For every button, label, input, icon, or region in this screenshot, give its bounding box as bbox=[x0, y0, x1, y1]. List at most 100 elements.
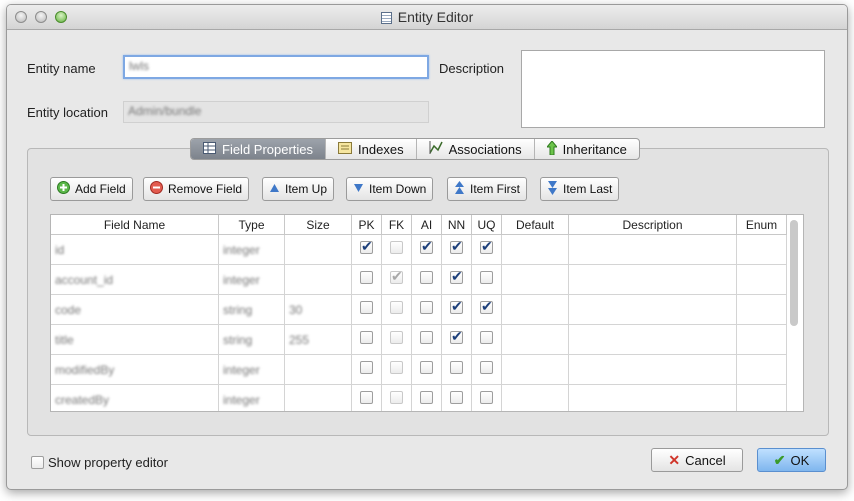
table-cell-default[interactable] bbox=[502, 265, 569, 295]
table-cell-pk[interactable] bbox=[352, 295, 382, 325]
table-cell-pk[interactable] bbox=[352, 385, 382, 411]
table-cell-size[interactable] bbox=[285, 265, 352, 295]
item-last-button[interactable]: Item Last bbox=[540, 177, 620, 201]
ai-checkbox[interactable] bbox=[420, 331, 433, 344]
nn-checkbox[interactable] bbox=[450, 361, 463, 374]
table-cell-fk[interactable] bbox=[382, 325, 412, 355]
table-cell-description[interactable] bbox=[569, 325, 737, 355]
ai-checkbox[interactable] bbox=[420, 271, 433, 284]
table-cell-pk[interactable] bbox=[352, 325, 382, 355]
column-header[interactable]: FK bbox=[382, 215, 412, 235]
ai-checkbox[interactable] bbox=[420, 301, 433, 314]
table-cell-type[interactable]: integer bbox=[219, 235, 285, 265]
table-cell-nn[interactable] bbox=[442, 355, 472, 385]
table-cell-name[interactable]: id bbox=[51, 235, 219, 265]
table-cell-ai[interactable] bbox=[412, 235, 442, 265]
ok-button[interactable]: ✔ OK bbox=[757, 448, 826, 472]
table-cell-default[interactable] bbox=[502, 355, 569, 385]
table-cell-uq[interactable] bbox=[472, 355, 502, 385]
table-cell-fk[interactable] bbox=[382, 385, 412, 411]
ai-checkbox[interactable] bbox=[420, 238, 433, 255]
pk-checkbox[interactable] bbox=[360, 238, 373, 255]
table-cell-fk[interactable] bbox=[382, 235, 412, 265]
pk-checkbox[interactable] bbox=[360, 271, 373, 284]
table-cell-uq[interactable] bbox=[472, 265, 502, 295]
table-cell-type[interactable]: string bbox=[219, 295, 285, 325]
table-cell-pk[interactable] bbox=[352, 265, 382, 295]
tab-indexes[interactable]: Indexes bbox=[326, 139, 417, 159]
table-cell-fk[interactable] bbox=[382, 265, 412, 295]
table-cell-size[interactable]: 30 bbox=[285, 295, 352, 325]
table-cell-enum[interactable] bbox=[737, 385, 787, 411]
pk-checkbox[interactable] bbox=[360, 361, 373, 374]
entity-location-input[interactable]: Admin/bundle bbox=[123, 101, 429, 123]
table-cell-fk[interactable] bbox=[382, 355, 412, 385]
table-cell-fk[interactable] bbox=[382, 295, 412, 325]
tab-inheritance[interactable]: Inheritance bbox=[535, 139, 639, 159]
table-cell-type[interactable]: integer bbox=[219, 385, 285, 411]
remove-field-button[interactable]: Remove Field bbox=[143, 177, 250, 201]
table-cell-pk[interactable] bbox=[352, 355, 382, 385]
table-cell-ai[interactable] bbox=[412, 295, 442, 325]
table-cell-default[interactable] bbox=[502, 295, 569, 325]
column-header[interactable]: Type bbox=[219, 215, 285, 235]
table-cell-nn[interactable] bbox=[442, 235, 472, 265]
table-cell-ai[interactable] bbox=[412, 265, 442, 295]
column-header[interactable]: Default bbox=[502, 215, 569, 235]
item-first-button[interactable]: Item First bbox=[447, 177, 527, 201]
fk-checkbox[interactable] bbox=[390, 241, 403, 254]
nn-checkbox[interactable] bbox=[450, 238, 463, 255]
table-cell-ai[interactable] bbox=[412, 325, 442, 355]
table-cell-enum[interactable] bbox=[737, 325, 787, 355]
item-up-button[interactable]: Item Up bbox=[262, 177, 335, 201]
table-cell-size[interactable] bbox=[285, 235, 352, 265]
fk-checkbox[interactable] bbox=[390, 361, 403, 374]
fk-checkbox[interactable] bbox=[390, 268, 403, 285]
tab-field-properties[interactable]: Field Properties bbox=[191, 139, 327, 159]
cancel-button[interactable]: ✕ Cancel bbox=[651, 448, 743, 472]
table-cell-enum[interactable] bbox=[737, 355, 787, 385]
table-cell-description[interactable] bbox=[569, 385, 737, 411]
nn-checkbox[interactable] bbox=[450, 268, 463, 285]
nn-checkbox[interactable] bbox=[450, 298, 463, 315]
uq-checkbox[interactable] bbox=[480, 331, 493, 344]
table-cell-name[interactable]: title bbox=[51, 325, 219, 355]
table-cell-description[interactable] bbox=[569, 265, 737, 295]
table-cell-default[interactable] bbox=[502, 325, 569, 355]
table-cell-enum[interactable] bbox=[737, 295, 787, 325]
table-cell-name[interactable]: createdBy bbox=[51, 385, 219, 411]
table-cell-enum[interactable] bbox=[737, 265, 787, 295]
table-cell-nn[interactable] bbox=[442, 325, 472, 355]
item-down-button[interactable]: Item Down bbox=[346, 177, 434, 201]
column-header[interactable]: Size bbox=[285, 215, 352, 235]
table-cell-pk[interactable] bbox=[352, 235, 382, 265]
table-cell-description[interactable] bbox=[569, 235, 737, 265]
column-header[interactable]: Field Name bbox=[51, 215, 219, 235]
uq-checkbox[interactable] bbox=[480, 238, 493, 255]
table-cell-size[interactable]: 255 bbox=[285, 325, 352, 355]
table-cell-name[interactable]: account_id bbox=[51, 265, 219, 295]
entity-name-input[interactable]: lwls bbox=[123, 55, 429, 79]
nn-checkbox[interactable] bbox=[450, 328, 463, 345]
table-cell-uq[interactable] bbox=[472, 295, 502, 325]
table-cell-name[interactable]: modifiedBy bbox=[51, 355, 219, 385]
table-cell-ai[interactable] bbox=[412, 355, 442, 385]
column-header[interactable]: AI bbox=[412, 215, 442, 235]
table-cell-nn[interactable] bbox=[442, 295, 472, 325]
fk-checkbox[interactable] bbox=[390, 331, 403, 344]
uq-checkbox[interactable] bbox=[480, 391, 493, 404]
pk-checkbox[interactable] bbox=[360, 331, 373, 344]
nn-checkbox[interactable] bbox=[450, 391, 463, 404]
show-property-editor[interactable]: Show property editor bbox=[31, 455, 168, 470]
table-cell-type[interactable]: integer bbox=[219, 265, 285, 295]
uq-checkbox[interactable] bbox=[480, 361, 493, 374]
table-cell-uq[interactable] bbox=[472, 385, 502, 411]
pk-checkbox[interactable] bbox=[360, 391, 373, 404]
show-property-editor-checkbox[interactable] bbox=[31, 456, 44, 469]
uq-checkbox[interactable] bbox=[480, 298, 493, 315]
column-header[interactable]: UQ bbox=[472, 215, 502, 235]
column-header[interactable]: Enum bbox=[737, 215, 787, 235]
table-cell-name[interactable]: code bbox=[51, 295, 219, 325]
ai-checkbox[interactable] bbox=[420, 391, 433, 404]
column-header[interactable]: Description bbox=[569, 215, 737, 235]
